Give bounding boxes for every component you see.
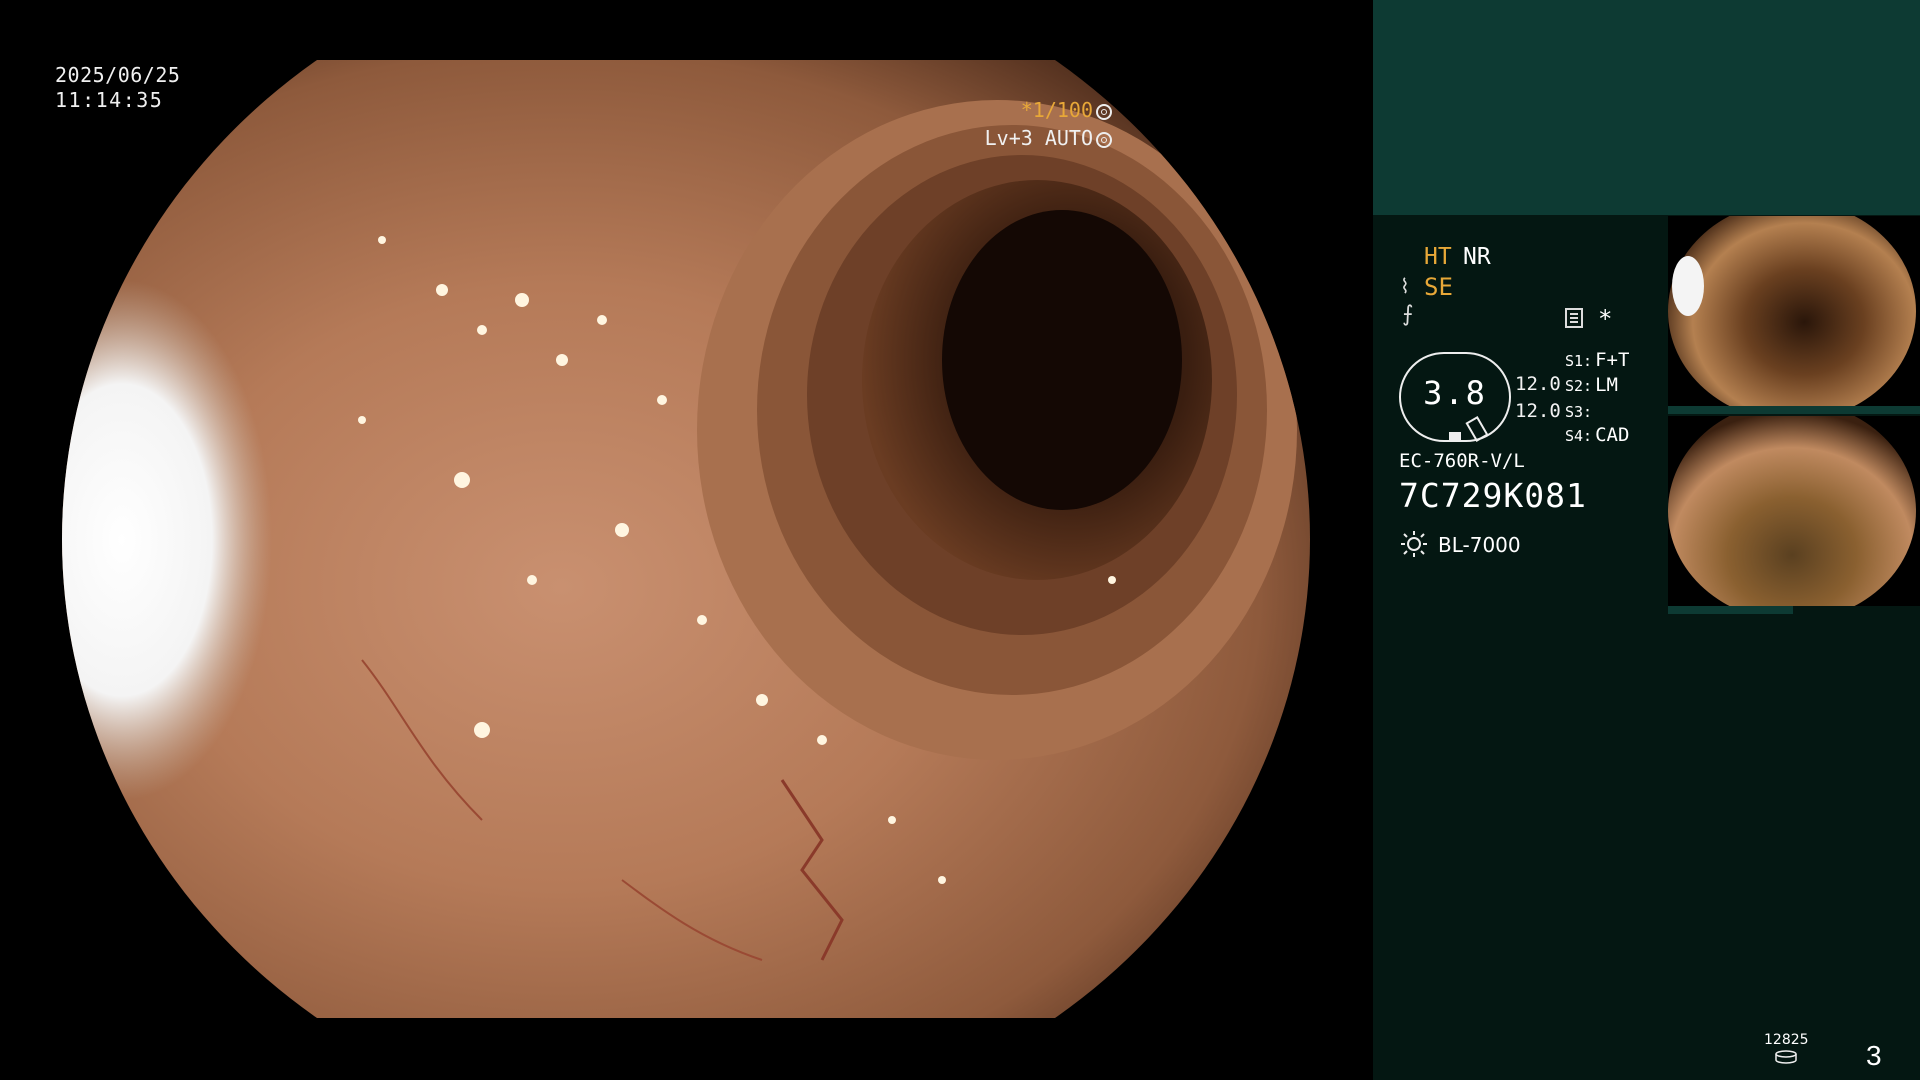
- nr-indicator: NR: [1463, 244, 1491, 270]
- level-readout: Lv+3 AUTO: [985, 126, 1112, 150]
- thumbnail-bar-2: [1668, 606, 1793, 614]
- se-icon: ⌇: [1400, 274, 1410, 298]
- value-1: 12.0: [1515, 373, 1561, 395]
- value-2: 12.0: [1515, 400, 1561, 422]
- switch-s2: S2: LM: [1565, 374, 1618, 396]
- dial-marker: [1449, 432, 1461, 440]
- capture-thumbnail-1[interactable]: [1668, 216, 1920, 406]
- switch-s4: S4: CAD: [1565, 424, 1630, 446]
- scope-serial: 7C729K081: [1399, 476, 1587, 515]
- capture-thumbnail-2[interactable]: [1668, 416, 1920, 606]
- level-value: Lv+3 AUTO: [984, 126, 1093, 150]
- ht-indicator: HT: [1424, 244, 1452, 270]
- time-readout: 11:14:35: [55, 88, 164, 112]
- shutter-value: *1/100: [1020, 98, 1093, 122]
- info-panel-header: [1373, 0, 1920, 215]
- shutter-readout: *1/100: [1021, 98, 1112, 122]
- thumbnail-bar-1: [1668, 406, 1920, 414]
- switch-s1: S1: F+T: [1565, 349, 1630, 371]
- switch-s3: S3:: [1565, 403, 1593, 421]
- endoscope-view: [62, 60, 1310, 1018]
- scope-model: EC-760R-V/L: [1399, 450, 1525, 472]
- disk-icon: [1775, 1050, 1797, 1064]
- auto-icon: [1096, 132, 1112, 148]
- filter-icon: ⨍: [1402, 302, 1414, 327]
- star-indicator: *: [1598, 305, 1613, 333]
- page-number: 3: [1866, 1040, 1882, 1071]
- light-source: BL-7000: [1438, 533, 1521, 557]
- image-counter: 12825: [1764, 1032, 1809, 1048]
- settings-icon: [1096, 104, 1112, 120]
- document-icon: [1565, 308, 1583, 328]
- zoom-value: 3.8: [1423, 374, 1487, 412]
- se-indicator: SE: [1424, 273, 1453, 301]
- date-readout: 2025/06/25: [55, 63, 181, 87]
- sun-icon: [1401, 531, 1427, 557]
